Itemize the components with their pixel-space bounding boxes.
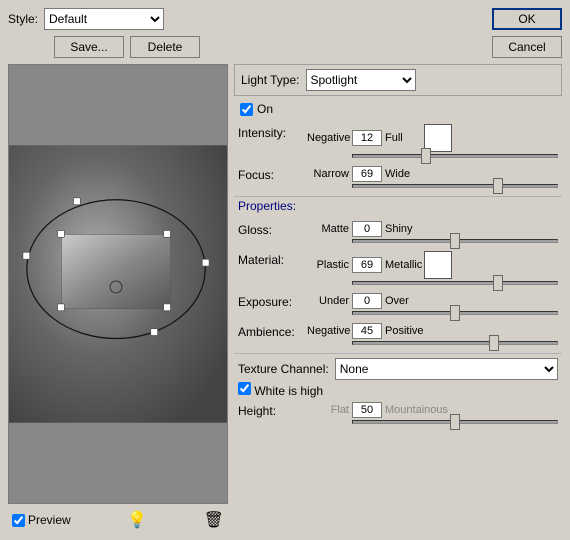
exposure-sliders: Under Over [307, 293, 558, 315]
texture-section: Texture Channel: None White is high Heig… [234, 353, 562, 428]
ambience-left-label: Negative [307, 325, 349, 337]
preview-checkbox[interactable] [12, 514, 25, 527]
material-right-label: Metallic [385, 259, 421, 271]
on-label: On [257, 102, 273, 116]
on-row: On [234, 100, 562, 118]
trash-icon[interactable]: 🗑 [204, 510, 224, 530]
white-is-high-checkbox[interactable] [238, 382, 251, 395]
gloss-row: Gloss: Matte Shiny [234, 219, 562, 245]
preview-svg [9, 65, 227, 503]
light-type-row: Light Type: Spotlight [234, 64, 562, 96]
height-slider[interactable] [352, 420, 558, 424]
focus-slider[interactable] [352, 184, 558, 188]
on-checkbox[interactable] [240, 103, 253, 116]
intensity-sliders: Negative Full [307, 124, 558, 158]
height-flat-label: Flat [307, 404, 349, 416]
ok-button[interactable]: OK [492, 8, 562, 30]
gloss-left-label: Matte [307, 223, 349, 235]
height-row: Height: Flat Mountainous [238, 400, 558, 426]
intensity-slider[interactable] [352, 154, 558, 158]
material-row: Material: Plastic Metallic [234, 249, 562, 287]
material-left-label: Plastic [307, 259, 349, 271]
intensity-left-label: Negative [307, 132, 349, 144]
exposure-left-label: Under [307, 295, 349, 307]
height-label: Height: [238, 402, 303, 418]
preview-controls-bar: Preview 💡 🗑 [8, 508, 228, 532]
right-panel: Light Type: Spotlight On Intensity: Nega… [234, 64, 562, 532]
intensity-value[interactable] [352, 130, 382, 146]
ambience-label: Ambience: [238, 323, 303, 339]
ambience-slider[interactable] [352, 341, 558, 345]
save-button[interactable]: Save... [54, 36, 124, 58]
material-slider-line [307, 281, 558, 285]
style-select[interactable]: Default [44, 8, 164, 30]
main-content: Preview 💡 🗑 Light Type: Spotlight On [8, 64, 562, 532]
texture-channel-row: Texture Channel: None [238, 358, 558, 380]
material-sliders: Plastic Metallic [307, 251, 558, 285]
focus-left-label: Narrow [307, 168, 349, 180]
white-is-high-label: White is high [254, 384, 323, 398]
gloss-sliders: Matte Shiny [307, 221, 558, 243]
intensity-row: Intensity: Negative Full [234, 122, 562, 160]
ambience-slider-line [307, 341, 558, 345]
ambience-row: Ambience: Negative Positive [234, 321, 562, 347]
focus-slider-line [307, 184, 558, 188]
exposure-slider-line [307, 311, 558, 315]
ambience-sliders: Negative Positive [307, 323, 558, 345]
gloss-slider-line [307, 239, 558, 243]
focus-row: Focus: Narrow Wide [234, 164, 562, 190]
preview-panel: Preview 💡 🗑 [8, 64, 228, 532]
material-label: Material: [238, 251, 303, 267]
preview-label: Preview [28, 513, 71, 527]
texture-channel-label: Texture Channel: [238, 362, 329, 376]
delete-button[interactable]: Delete [130, 36, 200, 58]
style-label: Style: [8, 12, 38, 26]
second-toolbar: Save... Delete Cancel [54, 36, 562, 58]
gloss-label: Gloss: [238, 221, 303, 237]
preview-canvas [8, 64, 228, 504]
material-slider[interactable] [352, 281, 558, 285]
exposure-slider[interactable] [352, 311, 558, 315]
properties-divider: Properties: [234, 196, 562, 215]
material-value[interactable] [352, 257, 382, 273]
intensity-right-label: Full [385, 132, 421, 144]
top-toolbar: Style: Default OK [8, 8, 562, 30]
lighting-effects-dialog: Style: Default OK Save... Delete Cancel [0, 0, 570, 540]
cancel-button[interactable]: Cancel [492, 36, 562, 58]
properties-label: Properties: [238, 197, 296, 215]
focus-sliders: Narrow Wide [307, 166, 558, 188]
white-is-high-row: White is high [238, 380, 558, 400]
height-sliders: Flat Mountainous [307, 402, 558, 424]
intensity-label: Intensity: [238, 124, 303, 140]
exposure-row: Exposure: Under Over [234, 291, 562, 317]
intensity-slider-line [307, 154, 558, 158]
light-type-select[interactable]: Spotlight [306, 69, 416, 91]
light-type-label: Light Type: [241, 73, 300, 87]
exposure-label: Exposure: [238, 293, 303, 309]
bulb-icon[interactable]: 💡 [127, 510, 147, 530]
texture-channel-select[interactable]: None [335, 358, 558, 380]
focus-label: Focus: [238, 166, 303, 182]
preview-check-container: Preview [12, 513, 71, 527]
gloss-slider[interactable] [352, 239, 558, 243]
height-slider-line [307, 420, 558, 424]
